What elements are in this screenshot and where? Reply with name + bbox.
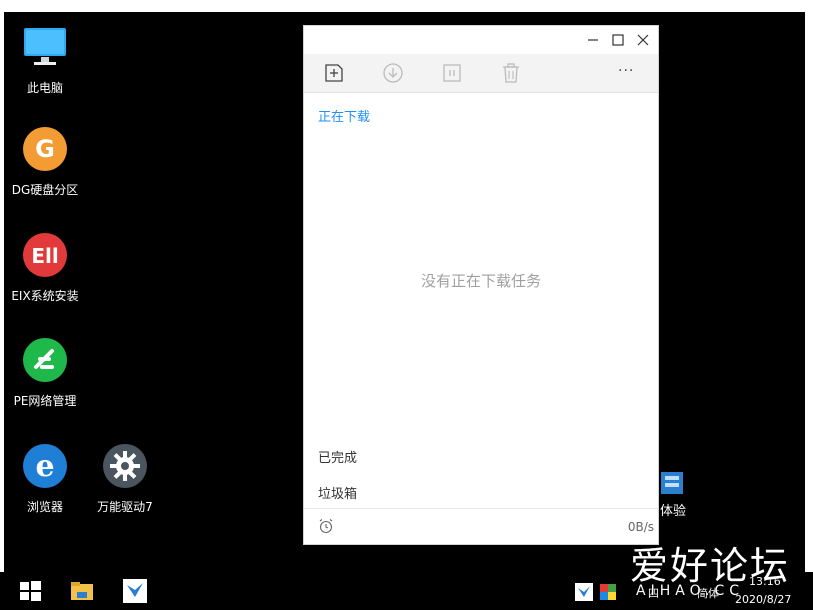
network-leaf-icon <box>23 338 67 382</box>
desktop-icon-this-pc[interactable]: 此电脑 <box>3 24 87 96</box>
eix-logo-icon: Ell <box>23 233 67 277</box>
tray-bird-icon[interactable] <box>575 583 593 601</box>
desktop-icon-eix-install[interactable]: Ell EIX系统安装 <box>3 232 87 304</box>
desktop-icon-label: 万能驱动7 <box>97 500 153 514</box>
status-bar: 0B/s <box>304 508 658 544</box>
monitor-icon <box>24 28 66 65</box>
desktop-icon-label: EIX系统安装 <box>11 289 79 303</box>
maximize-icon[interactable] <box>609 31 627 49</box>
desktop-icon-pe-network[interactable]: PE网络管理 <box>3 337 87 409</box>
toolbar: ··· <box>304 54 658 93</box>
download-speed: 0B/s <box>627 520 654 534</box>
svg-text:Ell: Ell <box>31 244 58 268</box>
download-icon[interactable] <box>382 62 404 84</box>
dg-logo-icon: G <box>23 127 67 171</box>
minimize-icon[interactable] <box>584 31 602 49</box>
desktop-icon-label: 此电脑 <box>26 81 63 95</box>
desktop-icon-label: 浏览器 <box>26 500 63 514</box>
partial-app-icon[interactable] <box>657 470 687 496</box>
tray-color-icon[interactable] <box>600 584 616 600</box>
more-menu-icon[interactable]: ··· <box>618 63 634 79</box>
watermark-subtext: AIHAO.CC <box>636 583 745 599</box>
desktop-icon-dg-partition[interactable]: G DG硬盘分区 <box>3 126 87 198</box>
pause-icon[interactable] <box>441 62 463 84</box>
partial-app-label: 体验 <box>660 504 687 519</box>
ie-browser-icon: e <box>23 444 67 488</box>
desktop-icon-label: DG硬盘分区 <box>11 183 79 197</box>
file-explorer-icon[interactable] <box>68 577 96 605</box>
title-bar[interactable] <box>304 26 658 54</box>
desktop-icon-label: PE网络管理 <box>13 394 77 408</box>
gear-icon <box>103 444 147 488</box>
tab-downloading[interactable]: 正在下载 <box>318 106 370 125</box>
new-task-icon[interactable] <box>323 62 345 84</box>
trash-icon[interactable] <box>500 62 522 84</box>
desktop-icon-browser[interactable]: e 浏览器 <box>3 443 87 515</box>
tab-trash[interactable]: 垃圾箱 <box>318 483 357 502</box>
svg-text:e: e <box>35 449 54 484</box>
windows-start-icon[interactable] <box>16 577 44 605</box>
empty-message: 没有正在下载任务 <box>420 272 541 290</box>
svg-text:G: G <box>35 135 55 163</box>
alarm-clock-icon[interactable] <box>318 518 334 534</box>
tab-completed[interactable]: 已完成 <box>318 447 357 466</box>
close-icon[interactable] <box>634 31 652 49</box>
download-manager-window: ··· 正在下载 没有正在下载任务 已完成 垃圾箱 0B/s <box>303 25 659 545</box>
desktop-icon-universal-driver[interactable]: 万能驱动7 <box>83 443 167 515</box>
watermark-text: 爱好论坛 <box>630 544 791 588</box>
download-app-taskbar-icon[interactable] <box>121 577 149 605</box>
